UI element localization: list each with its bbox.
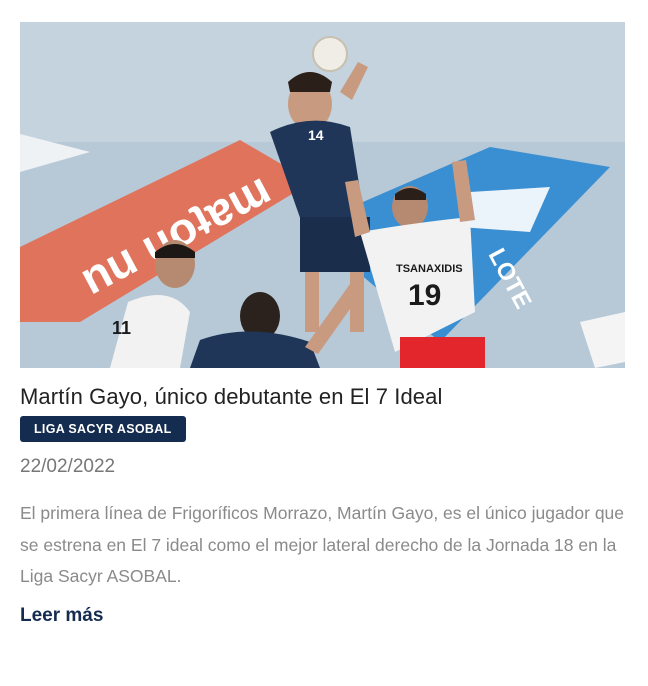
read-more-link[interactable]: Leer más [20,605,103,627]
category-badge[interactable]: LIGA SACYR ASOBAL [20,416,186,442]
article-title[interactable]: Martín Gayo, único debutante en El 7 Ide… [20,383,625,411]
jersey-14: 14 [308,127,324,143]
jersey-number: 19 [408,279,441,312]
news-card: nu ɥoʇɐɯ LOTE 14 TSANAXIDIS 19 11 Martín… [20,22,625,627]
article-excerpt: El primera línea de Frigoríficos Morrazo… [20,503,625,586]
handball-photo: nu ɥoʇɐɯ LOTE 14 TSANAXIDIS 19 11 [20,22,625,368]
jersey-name: TSANAXIDIS [396,263,463,275]
article-image[interactable]: nu ɥoʇɐɯ LOTE 14 TSANAXIDIS 19 11 [20,22,625,368]
jersey-11: 11 [112,318,131,338]
article-date: 22/02/2022 [20,456,116,477]
